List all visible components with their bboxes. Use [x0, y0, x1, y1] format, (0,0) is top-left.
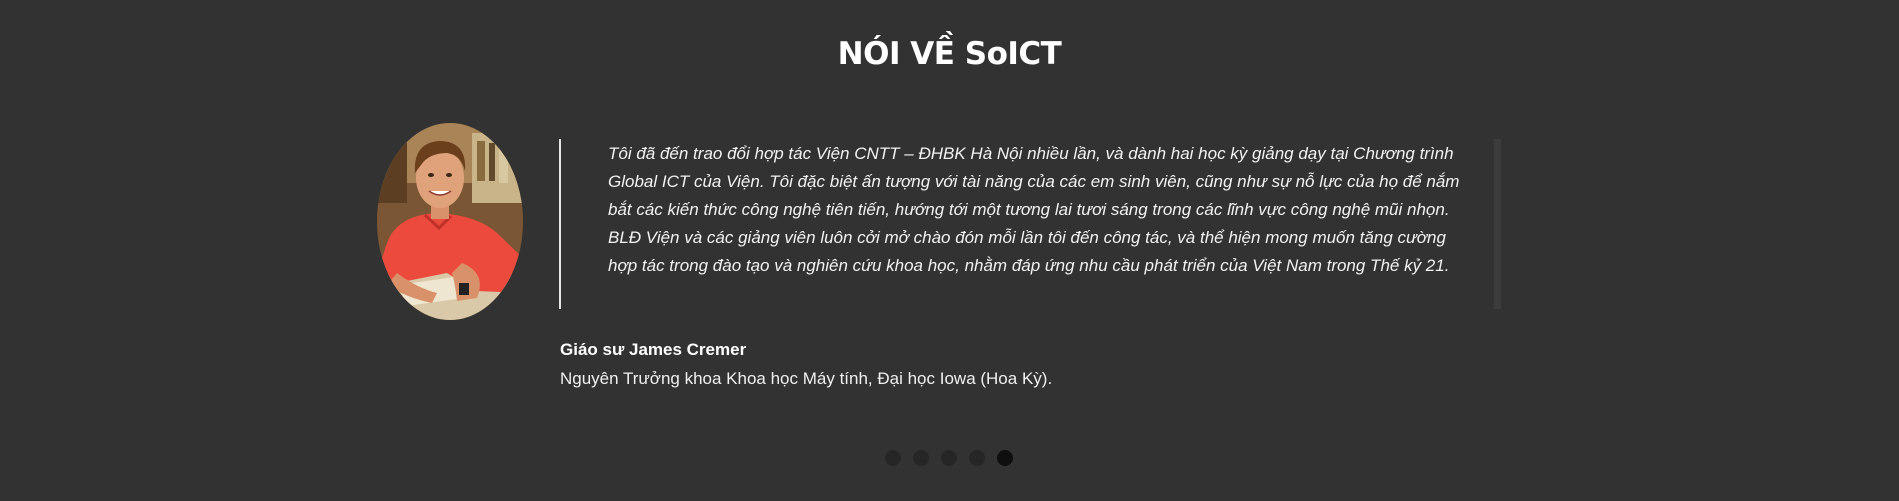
section-title: NÓI VỀ SoICT — [837, 36, 1062, 72]
carousel-dot-2[interactable] — [913, 450, 929, 466]
author-role: Nguyên Trưởng khoa Khoa học Máy tính, Đạ… — [560, 369, 1053, 388]
testimonial-quote: Tôi đã đến trao đổi hợp tác Viện CNTT – … — [608, 144, 1460, 275]
quote-bar — [559, 139, 561, 309]
carousel-dot-4[interactable] — [969, 450, 985, 466]
author-avatar — [377, 123, 523, 320]
carousel-pagination — [885, 450, 1013, 468]
testimonial-section: NÓI VỀ SoICT Tôi đã đến trao đổi hợp tác… — [0, 0, 1899, 501]
quote-scrollbar[interactable] — [1494, 139, 1501, 309]
carousel-dot-5[interactable] — [997, 450, 1013, 466]
person-photo-icon — [377, 123, 523, 320]
carousel-dot-3[interactable] — [941, 450, 957, 466]
author-name: Giáo sư James Cremer — [560, 340, 747, 359]
carousel-dot-1[interactable] — [885, 450, 901, 466]
